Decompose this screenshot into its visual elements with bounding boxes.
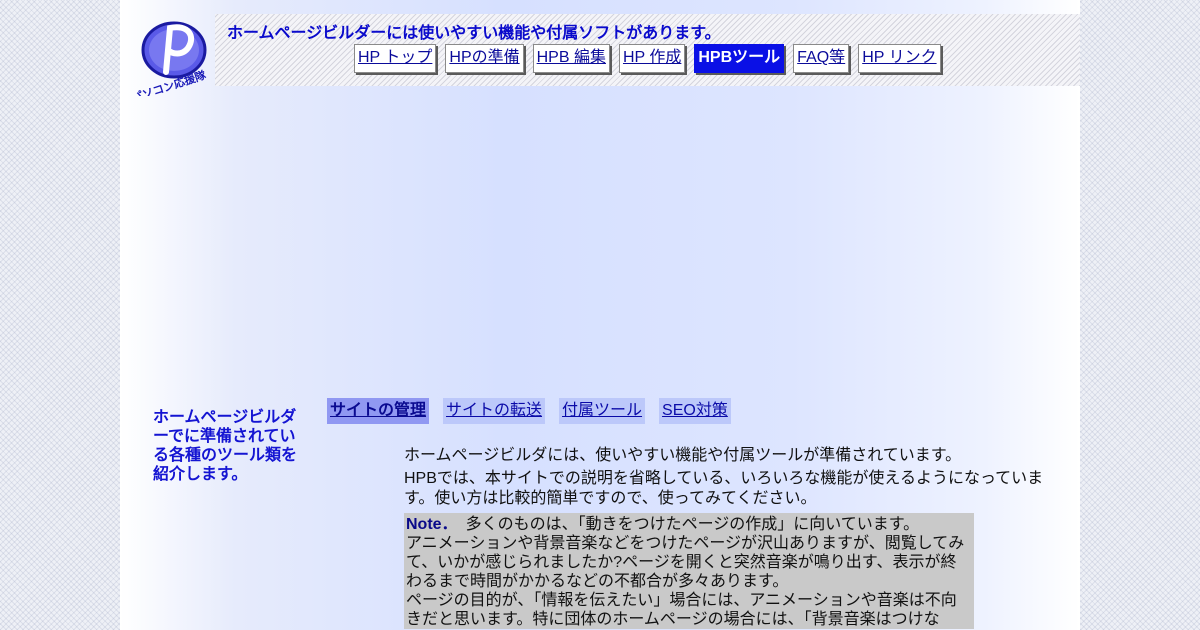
tab-bundled-tools[interactable]: 付属ツール	[559, 398, 646, 424]
nav-hp-create[interactable]: HP 作成	[618, 44, 686, 73]
page: パソコン応援隊 ホームページビルダーには使いやすい機能や付属ソフトがあります。 …	[120, 0, 1080, 630]
note-paragraph-2: ページの目的が、「情報を伝えたい」場合には、アニメーションや音楽は不向きだと思い…	[406, 592, 957, 628]
sidebar-description: ホームページビルダーでに準備されている各種のツール類を紹介します。	[153, 409, 298, 483]
main-nav: HP トップ HPの準備 HPB 編集 HP 作成 HPBツール FAQ等 HP…	[354, 44, 941, 73]
site-logo[interactable]: パソコン応援隊	[136, 14, 216, 96]
nav-hpb-tools[interactable]: HPBツール	[694, 44, 785, 73]
tab-site-management[interactable]: サイトの管理	[327, 398, 430, 424]
tab-seo[interactable]: SEO対策	[659, 398, 731, 424]
nav-hp-preparation[interactable]: HPの準備	[445, 44, 524, 73]
main-content: ホームページビルダには、使いやすい機能や付属ツールが準備されています。 HPBで…	[404, 446, 1052, 629]
nav-faq[interactable]: FAQ等	[793, 44, 850, 73]
tab-site-transfer[interactable]: サイトの転送	[443, 398, 546, 424]
nav-hpb-edit[interactable]: HPB 編集	[532, 44, 610, 73]
note-first-text: 多くのものは、「動きをつけたページの作成」に向いています。	[449, 516, 920, 533]
ad-area	[120, 86, 1080, 386]
intro-paragraph-2: HPBでは、本サイトでの説明を省略している、いろいろな機能が使えるようになってい…	[404, 470, 1044, 507]
site-tagline: ホームページビルダーには使いやすい機能や付属ソフトがあります。	[227, 23, 721, 42]
sub-nav: サイトの管理 サイトの転送 付属ツール SEO対策	[327, 398, 731, 424]
nav-hp-top[interactable]: HP トップ	[354, 44, 437, 73]
note-first-line: Note． 多くのものは、「動きをつけたページの作成」に向いています。	[406, 515, 972, 534]
intro-paragraph-1: ホームページビルダには、使いやすい機能や付属ツールが準備されています。	[404, 447, 962, 464]
note-box: Note． 多くのものは、「動きをつけたページの作成」に向いています。 アニメー…	[404, 513, 974, 629]
note-label: Note．	[406, 516, 450, 533]
nav-hp-links[interactable]: HP リンク	[858, 44, 941, 73]
note-paragraph-1: アニメーションや背景音楽などをつけたページが沢山ありますが、閲覧してみて、いかが…	[406, 535, 965, 590]
header: パソコン応援隊 ホームページビルダーには使いやすい機能や付属ソフトがあります。 …	[120, 0, 1080, 96]
